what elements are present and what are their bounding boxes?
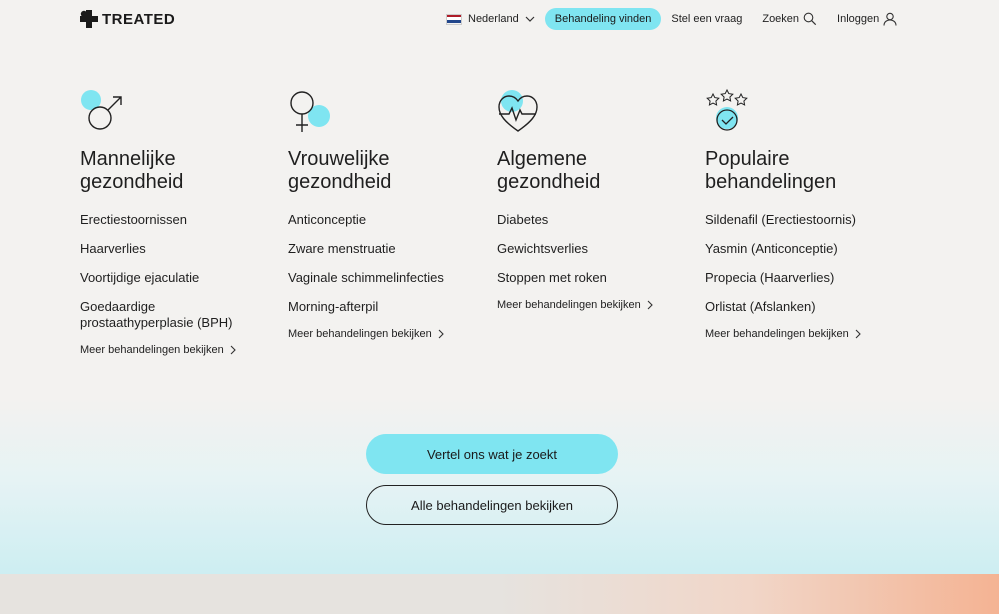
more-treatments-link[interactable]: Meer behandelingen bekijken xyxy=(288,328,488,340)
treatment-link[interactable]: Erectiestoornissen xyxy=(80,212,280,228)
chevron-right-icon xyxy=(438,329,444,339)
female-symbol-icon xyxy=(290,91,330,132)
category-title: Populaire behandelingen xyxy=(705,148,837,193)
header: TREATED Nederland Behandeling vinden Ste… xyxy=(0,0,999,40)
treatment-list: Diabetes Gewichtsverlies Stoppen met rok… xyxy=(497,212,697,286)
chevron-down-icon xyxy=(525,16,535,22)
treatment-link[interactable]: Sildenafil (Erectiestoornis) xyxy=(705,212,905,228)
footer-strip xyxy=(0,574,999,614)
login-label: Inloggen xyxy=(837,13,880,25)
treatment-link[interactable]: Propecia (Haarverlies) xyxy=(705,270,905,286)
more-treatments-link[interactable]: Meer behandelingen bekijken xyxy=(80,344,280,356)
category-column-female: Vrouwelijke gezondheid Anticonceptie Zwar… xyxy=(288,88,488,340)
netherlands-flag-icon xyxy=(446,13,462,25)
all-treatments-button[interactable]: Alle behandelingen bekijken xyxy=(366,485,618,525)
star-rating-icon xyxy=(706,88,748,131)
logo-text: TREATED xyxy=(102,10,176,28)
more-treatments-link[interactable]: Meer behandelingen bekijken xyxy=(497,299,697,311)
heart-pulse-icon xyxy=(498,90,538,132)
treatment-link[interactable]: Stoppen met roken xyxy=(497,270,697,286)
tell-us-button[interactable]: Vertel ons wat je zoekt xyxy=(366,434,618,474)
treatment-list: Erectiestoornissen Haarverlies Voortijdi… xyxy=(80,212,280,331)
category-title: Vrouwelijke gezondheid xyxy=(288,148,392,193)
treatment-link[interactable]: Anticonceptie xyxy=(288,212,488,228)
treatment-link[interactable]: Vaginale schimmelinfecties xyxy=(288,270,488,286)
treatment-link[interactable]: Orlistat (Afslanken) xyxy=(705,299,905,315)
main-nav: Nederland Behandeling vinden Stel een vr… xyxy=(446,8,917,30)
treatment-link[interactable]: Diabetes xyxy=(497,212,697,228)
male-symbol-icon xyxy=(81,90,122,130)
ask-question-label: Stel een vraag xyxy=(671,13,743,25)
ask-question-link[interactable]: Stel een vraag xyxy=(671,13,742,25)
search-label: Zoeken xyxy=(762,13,800,25)
category-column-popular: Populaire behandelingen Sildenafil (Erect… xyxy=(705,88,905,340)
login-link[interactable]: Inloggen xyxy=(837,12,897,26)
chevron-right-icon xyxy=(647,300,653,310)
category-column-general: Algemene gezondheid Diabetes Gewichtsverl… xyxy=(497,88,697,311)
treatment-list: Anticonceptie Zware menstruatie Vaginale… xyxy=(288,212,488,315)
treatment-link[interactable]: Voortijdige ejaculatie xyxy=(80,270,280,286)
chevron-right-icon xyxy=(855,329,861,339)
treatment-link[interactable]: Gewichtsverlies xyxy=(497,241,697,257)
logo[interactable]: TREATED xyxy=(80,10,175,28)
search-icon xyxy=(803,12,817,26)
find-treatment-button[interactable]: Behandeling vinden xyxy=(544,8,662,30)
category-title: Mannelijke gezondheid xyxy=(80,148,184,193)
category-title: Algemene gezondheid xyxy=(497,148,601,193)
more-treatments-link[interactable]: Meer behandelingen bekijken xyxy=(705,328,905,340)
treatment-link[interactable]: Morning-afterpil xyxy=(288,299,488,315)
chevron-right-icon xyxy=(230,345,236,355)
language-selector[interactable]: Nederland xyxy=(446,13,535,25)
language-label: Nederland xyxy=(468,13,519,25)
treatment-link[interactable]: Haarverlies xyxy=(80,241,280,257)
search-link[interactable]: Zoeken xyxy=(762,12,817,26)
treatment-link[interactable]: Goedaardige prostaathyperplasie (BPH) xyxy=(80,299,250,331)
treatment-link[interactable]: Yasmin (Anticonceptie) xyxy=(705,241,905,257)
category-column-male: Mannelijke gezondheid Erectiestoornissen … xyxy=(80,88,280,356)
treatment-list: Sildenafil (Erectiestoornis) Yasmin (Ant… xyxy=(705,212,905,315)
treatment-link[interactable]: Zware menstruatie xyxy=(288,241,488,257)
logo-cross-icon xyxy=(80,10,98,28)
user-icon xyxy=(883,12,897,26)
